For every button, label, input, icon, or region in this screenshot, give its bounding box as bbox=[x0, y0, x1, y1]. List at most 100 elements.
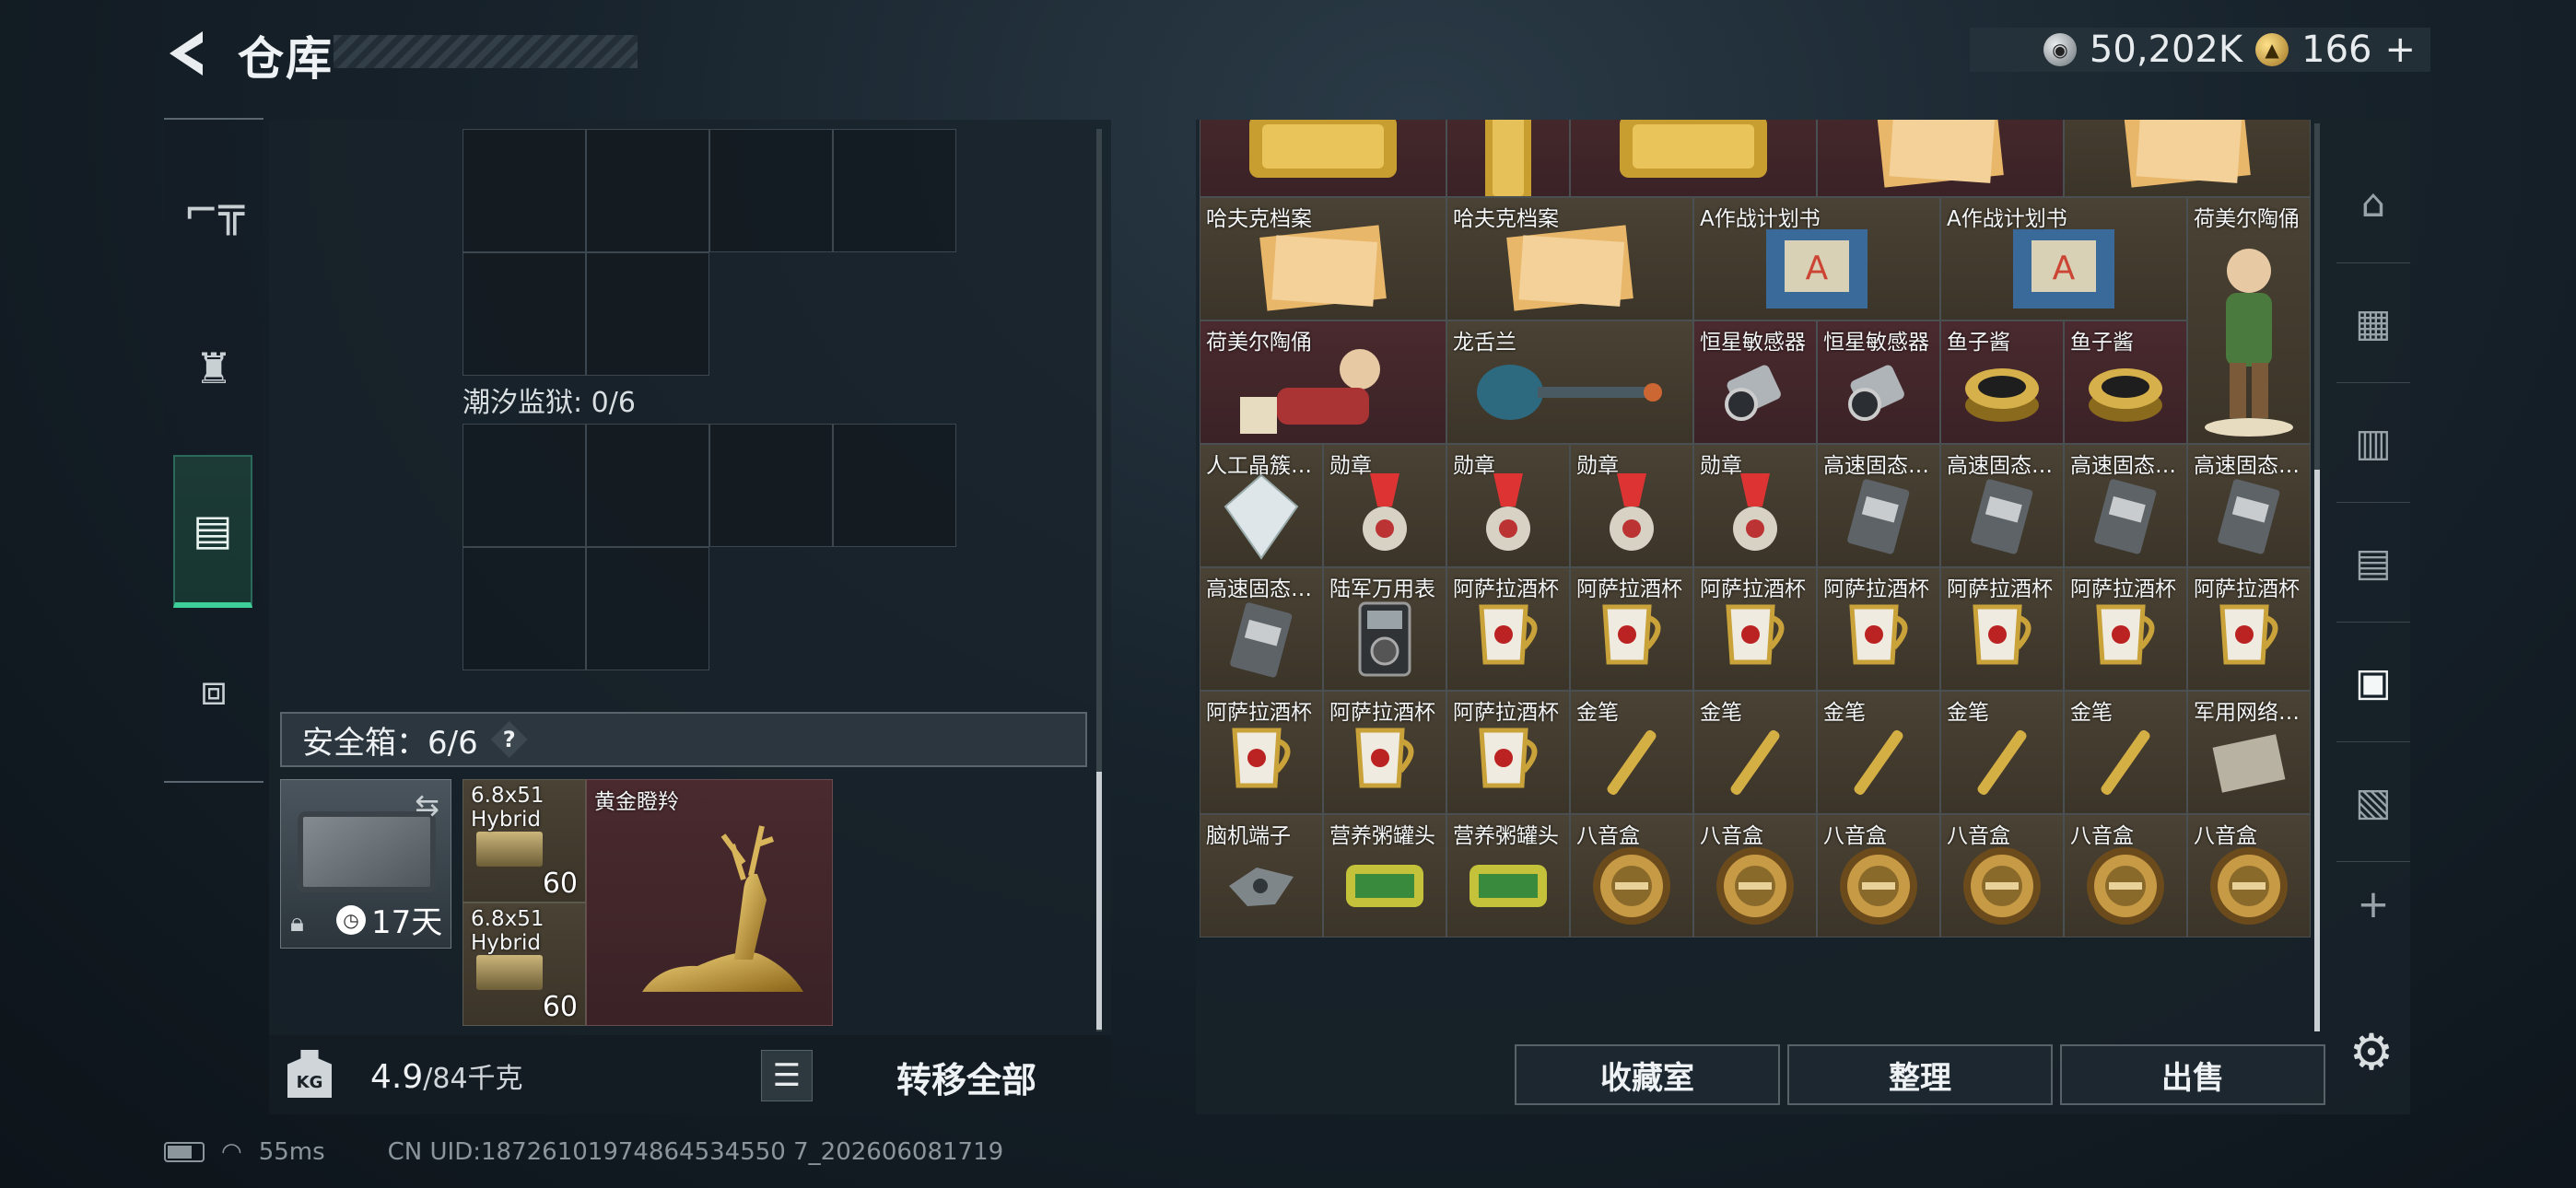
stash-item[interactable]: 阿萨拉酒杯 bbox=[1200, 691, 1323, 814]
stash-6-icon: ▧ bbox=[2355, 779, 2392, 824]
stash-item[interactable]: 高速固态… bbox=[1200, 567, 1323, 691]
stash-item[interactable]: 金条 bbox=[1570, 120, 1817, 197]
book-icon: A bbox=[1995, 218, 2133, 320]
stash-item[interactable]: 阿萨拉酒杯 bbox=[2187, 567, 2311, 691]
stash-item[interactable]: 勋章 bbox=[1446, 444, 1570, 567]
stash-item[interactable]: 阿萨拉酒杯 bbox=[1323, 691, 1446, 814]
stash-item[interactable]: 荷美尔陶俑 bbox=[2187, 197, 2311, 444]
stash-item[interactable]: 阿萨拉酒杯 bbox=[1693, 567, 1817, 691]
stash-item[interactable]: 龙舌兰 bbox=[1446, 320, 1693, 444]
nav-rig[interactable]: ▤ bbox=[173, 455, 252, 608]
stash-item[interactable]: 高速固态… bbox=[1817, 444, 1940, 567]
empty-slot[interactable] bbox=[709, 424, 833, 547]
golden-gazelle-item[interactable]: 黄金瞪羚 bbox=[586, 779, 833, 1026]
stash-item[interactable]: 金笔 bbox=[1693, 691, 1817, 814]
tab-stash-6[interactable]: ▧ bbox=[2336, 742, 2410, 862]
stash-item[interactable]: 鱼子酱 bbox=[1940, 320, 2064, 444]
stash-item[interactable]: 恒星敏感器 bbox=[1693, 320, 1817, 444]
stash-scroll-thumb[interactable] bbox=[2314, 470, 2320, 1031]
stash-item[interactable]: 阿萨拉酒杯 bbox=[2064, 567, 2187, 691]
help-icon[interactable]: ? bbox=[490, 721, 528, 758]
stash-item[interactable]: 金笔 bbox=[2064, 691, 2187, 814]
stash-item[interactable]: 恒星敏感器 bbox=[1817, 320, 1940, 444]
stash-item[interactable]: A A作战计划书 bbox=[1693, 197, 1940, 320]
stash-item[interactable]: 八音盒 bbox=[2064, 814, 2187, 938]
empty-slot[interactable] bbox=[586, 129, 709, 252]
stash-item[interactable]: 阿萨拉酒杯 bbox=[1817, 567, 1940, 691]
tab-all[interactable]: ⌂ bbox=[2336, 144, 2410, 263]
tab-stash-3[interactable]: ▥ bbox=[2336, 383, 2410, 503]
stash-item[interactable]: 脑机端子 bbox=[1200, 814, 1323, 938]
empty-slot[interactable] bbox=[586, 252, 709, 376]
empty-slot[interactable] bbox=[709, 129, 833, 252]
stash-item[interactable]: 金笔 bbox=[1940, 691, 2064, 814]
tab-stash-4[interactable]: ▤ bbox=[2336, 503, 2410, 623]
stash-item[interactable]: 荷美尔陶俑 bbox=[1200, 320, 1446, 444]
transfer-all-button[interactable]: 转移全部 bbox=[837, 1044, 1096, 1109]
add-currency-button[interactable]: + bbox=[2384, 29, 2416, 71]
empty-slot[interactable] bbox=[463, 547, 586, 670]
backpack-icon: ♜ bbox=[194, 344, 233, 393]
list-view-button[interactable]: ☰ bbox=[761, 1050, 813, 1101]
empty-slot[interactable] bbox=[586, 547, 709, 670]
tab-add[interactable]: + bbox=[2336, 862, 2410, 945]
stash-item[interactable]: 哈夫克档案 bbox=[2064, 120, 2311, 197]
sort-button[interactable]: 整理 bbox=[1787, 1044, 2053, 1105]
empty-slot[interactable] bbox=[463, 129, 586, 252]
stash-item[interactable]: 营养粥罐头 bbox=[1446, 814, 1570, 938]
ammo-slot[interactable]: 6.8x51 Hybrid 60 bbox=[463, 903, 586, 1026]
stash-item[interactable]: 高速固态… bbox=[1940, 444, 2064, 567]
back-button[interactable] bbox=[162, 28, 210, 79]
svg-text:A: A bbox=[1806, 250, 1829, 287]
nav-toolbox[interactable]: ⧈ bbox=[164, 617, 263, 764]
stash-item[interactable]: 陆军万用表 bbox=[1323, 567, 1446, 691]
nav-weapons[interactable]: ⌐╦ bbox=[164, 136, 263, 284]
stash-item[interactable]: 人工晶簇… bbox=[1200, 444, 1323, 567]
stash-item[interactable]: 哈夫克档案 bbox=[1446, 197, 1693, 320]
stash-item[interactable]: 勋章 bbox=[1570, 444, 1693, 567]
stash-item[interactable]: 八音盒 bbox=[1817, 814, 1940, 938]
left-scroll-thumb[interactable] bbox=[1096, 772, 1102, 1030]
figureH-icon bbox=[1222, 342, 1424, 443]
stash-item[interactable]: 哈夫克档案 bbox=[1817, 120, 2064, 197]
empty-slot[interactable] bbox=[586, 424, 709, 547]
empty-slot[interactable] bbox=[463, 424, 586, 547]
musicbox-icon bbox=[1587, 842, 1676, 930]
collection-button[interactable]: 收藏室 bbox=[1515, 1044, 1780, 1105]
nav-backpack[interactable]: ♜ bbox=[164, 295, 263, 442]
stash-item[interactable]: 军用网络… bbox=[2187, 691, 2311, 814]
stash-item[interactable]: 八音盒 bbox=[1693, 814, 1817, 938]
stash-item[interactable]: 阿萨拉酒杯 bbox=[1446, 691, 1570, 814]
stash-item[interactable]: 八音盒 bbox=[1570, 814, 1693, 938]
safebox-card[interactable]: ⇆ 🔒︎ ◷ 17天 bbox=[280, 779, 451, 949]
stash-item[interactable]: 高速固态… bbox=[2064, 444, 2187, 567]
stash-item-name: 阿萨拉酒杯 bbox=[1206, 701, 1312, 725]
settings-button[interactable]: ⚙ bbox=[2342, 1022, 2401, 1081]
empty-slot[interactable] bbox=[463, 252, 586, 376]
stash-item[interactable]: 营养粥罐头 bbox=[1323, 814, 1446, 938]
stash-item[interactable]: 八音盒 bbox=[2187, 814, 2311, 938]
stash-item[interactable]: A A作战计划书 bbox=[1940, 197, 2187, 320]
stash-item[interactable]: 哈夫克档案 bbox=[1200, 197, 1446, 320]
stash-item[interactable]: 八音盒 bbox=[1940, 814, 2064, 938]
stash-item[interactable]: 金笔 bbox=[1817, 691, 1940, 814]
swap-icon[interactable]: ⇆ bbox=[415, 787, 439, 822]
sell-button[interactable]: 出售 bbox=[2060, 1044, 2325, 1105]
ammo-slot[interactable]: 6.8x51 Hybrid 60 bbox=[463, 779, 586, 903]
empty-slot[interactable] bbox=[833, 424, 956, 547]
tab-stash-2[interactable]: ▦ bbox=[2336, 263, 2410, 383]
stash-item[interactable] bbox=[1446, 120, 1570, 197]
stash-item[interactable]: 阿萨拉酒杯 bbox=[1940, 567, 2064, 691]
musicbox-icon bbox=[2081, 842, 2170, 930]
stash-item[interactable]: 阿萨拉酒杯 bbox=[1570, 567, 1693, 691]
stash-item[interactable]: 阿萨拉酒杯 bbox=[1446, 567, 1570, 691]
stash-item[interactable]: 金笔 bbox=[1570, 691, 1693, 814]
tab-stash-5[interactable]: ▣ bbox=[2336, 623, 2410, 742]
stash-item[interactable]: 金条 bbox=[1200, 120, 1446, 197]
stash-5-icon: ▣ bbox=[2355, 659, 2392, 705]
stash-item[interactable]: 勋章 bbox=[1323, 444, 1446, 567]
stash-item[interactable]: 鱼子酱 bbox=[2064, 320, 2187, 444]
stash-item[interactable]: 高速固态… bbox=[2187, 444, 2311, 567]
stash-item[interactable]: 勋章 bbox=[1693, 444, 1817, 567]
empty-slot[interactable] bbox=[833, 129, 956, 252]
